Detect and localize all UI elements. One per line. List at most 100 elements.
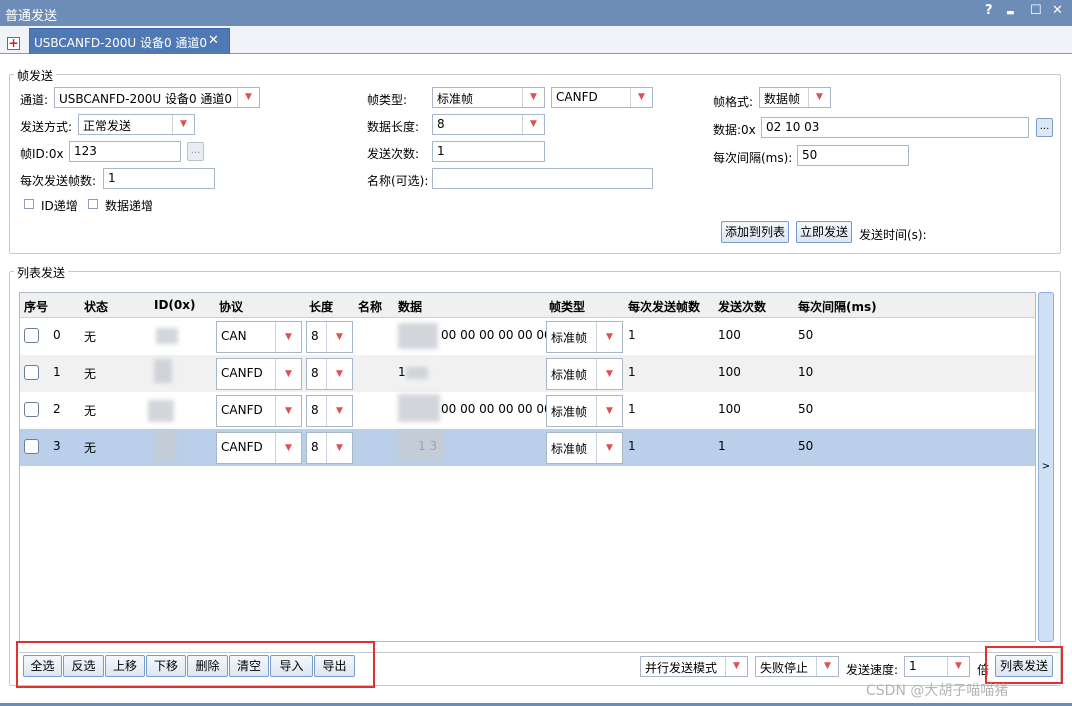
data-input[interactable]: 02 10 03 <box>761 117 1029 138</box>
send-speed-select[interactable]: 1 ▼ <box>904 656 970 677</box>
send-mode-select[interactable]: 正常发送 ▼ <box>78 114 195 135</box>
name-label: 名称(可选): <box>367 174 429 188</box>
table-row-selected[interactable]: 3 无 CANFD▼ 8▼ 1 3 标准帧▼ 1 1 50 <box>20 429 1035 466</box>
row-length-select[interactable]: 8 ▼ <box>306 395 353 427</box>
chevron-down-icon: ▼ <box>947 657 969 676</box>
parallel-mode-value: 并行发送模式 <box>645 661 718 675</box>
row-index: 1 <box>53 365 61 379</box>
row-checkbox[interactable] <box>24 328 39 343</box>
data-length-label: 数据长度: <box>367 120 420 134</box>
channel-label: 通道: <box>20 93 49 107</box>
row-protocol-select[interactable]: CANFD ▼ <box>216 358 302 390</box>
column-header[interactable]: 序号 <box>24 298 48 315</box>
close-icon[interactable]: ✕ <box>1052 3 1063 18</box>
frame-id-input[interactable]: 123 <box>69 141 181 162</box>
row-checkbox[interactable] <box>24 439 39 454</box>
chevron-down-icon: ▼ <box>596 396 622 426</box>
tab-close-icon[interactable]: ✕ <box>208 33 219 48</box>
table-header: 序号 状态 ID(0x) 协议 长度 名称 数据 帧类型 每次发送帧数 发送次数… <box>20 293 1035 318</box>
send-now-button[interactable]: 立即发送 <box>796 221 852 243</box>
send-mode-value: 正常发送 <box>83 119 132 133</box>
redacted-id <box>148 400 174 422</box>
chevron-down-icon: ▼ <box>275 433 301 463</box>
row-length-select[interactable]: 8 ▼ <box>306 432 353 464</box>
column-header[interactable]: 协议 <box>219 298 243 315</box>
chevron-down-icon: ▼ <box>326 322 352 352</box>
list-send-group-title: 列表发送 <box>14 264 69 281</box>
column-header[interactable]: ID(0x) <box>154 298 195 312</box>
row-protocol-select[interactable]: CANFD ▼ <box>216 395 302 427</box>
frame-format-select[interactable]: 数据帧 ▼ <box>759 87 831 108</box>
data-increment-checkbox[interactable] <box>88 199 98 209</box>
row-interval: 50 <box>798 402 814 416</box>
add-to-list-button[interactable]: 添加到列表 <box>721 221 789 243</box>
column-header[interactable]: 名称 <box>358 298 382 315</box>
row-length-value: 8 <box>311 403 319 417</box>
row-send-count: 1 <box>718 439 726 453</box>
id-increment-label: ID递增 <box>41 199 78 213</box>
redacted-id <box>156 328 178 344</box>
interval-label: 每次间隔(ms): <box>713 151 793 165</box>
row-frames-per-send: 1 <box>628 439 636 453</box>
column-header[interactable]: 数据 <box>398 298 422 315</box>
tab-device-channel[interactable]: USBCANFD-200U 设备0 通道0 ✕ <box>29 28 230 54</box>
send-count-input[interactable]: 1 <box>432 141 545 162</box>
chevron-down-icon: ▼ <box>522 115 544 134</box>
chevron-down-icon: ▼ <box>275 396 301 426</box>
table-row[interactable]: 1 无 CANFD ▼ 8 ▼ 1 标准帧 ▼ 1 100 10 <box>20 355 1035 392</box>
frames-per-send-input[interactable]: 1 <box>103 168 215 189</box>
column-header[interactable]: 长度 <box>309 298 333 315</box>
tab-strip: + USBCANFD-200U 设备0 通道0 ✕ <box>0 26 1072 54</box>
add-tab-icon[interactable]: + <box>7 37 20 50</box>
frame-send-group-title: 帧发送 <box>14 67 57 84</box>
row-checkbox[interactable] <box>24 402 39 417</box>
frame-type-select[interactable]: 标准帧 ▼ <box>432 87 545 108</box>
column-header[interactable]: 发送次数 <box>718 298 766 315</box>
row-protocol-select[interactable]: CANFD ▼ <box>216 432 302 464</box>
chevron-down-icon: ▼ <box>326 433 352 463</box>
protocol-select[interactable]: CANFD ▼ <box>551 87 653 108</box>
row-length-select[interactable]: 8 ▼ <box>306 321 353 353</box>
window-titlebar: 普通发送 ? ▬ ☐ ✕ <box>0 0 1072 26</box>
row-frame-type-select[interactable]: 标准帧 ▼ <box>546 358 623 390</box>
table-row[interactable]: 0 无 CAN ▼ 8 ▼ 00 00 00 00 00 00 标准帧 ▼ 1 100… <box>20 318 1035 355</box>
id-increment-checkbox[interactable] <box>24 199 34 209</box>
interval-input[interactable]: 50 <box>797 145 909 166</box>
data-ellipsis-button[interactable]: ... <box>1036 118 1053 137</box>
column-header[interactable]: 帧类型 <box>549 298 585 315</box>
chevron-down-icon: ▼ <box>630 88 652 107</box>
fail-stop-select[interactable]: 失败停止 ▼ <box>755 656 839 677</box>
row-frame-type-value: 标准帧 <box>551 368 588 382</box>
expand-panel-button[interactable]: > <box>1038 292 1054 642</box>
row-index: 0 <box>53 328 61 342</box>
maximize-icon[interactable]: ☐ <box>1030 3 1042 18</box>
row-frame-type-select[interactable]: 标准帧 ▼ <box>546 321 623 353</box>
data-length-select[interactable]: 8 ▼ <box>432 114 545 135</box>
send-time-label: 发送时间(s): <box>859 228 927 242</box>
redacted-data <box>406 367 428 379</box>
row-checkbox[interactable] <box>24 365 39 380</box>
row-interval: 50 <box>798 439 814 453</box>
frame-id-ellipsis-button[interactable]: ... <box>187 142 204 161</box>
chevron-down-icon: ▼ <box>816 657 838 676</box>
minimize-icon[interactable]: ▬ <box>1006 8 1015 18</box>
send-mode-parallel-select[interactable]: 并行发送模式 ▼ <box>640 656 748 677</box>
row-length-value: 8 <box>311 329 319 343</box>
chevron-down-icon: ▼ <box>275 359 301 389</box>
chevron-down-icon: ▼ <box>808 88 830 107</box>
help-icon[interactable]: ? <box>985 3 993 18</box>
row-protocol-select[interactable]: CAN ▼ <box>216 321 302 353</box>
column-header[interactable]: 状态 <box>84 298 108 315</box>
name-input[interactable] <box>432 168 653 189</box>
row-frame-type-select[interactable]: 标准帧 ▼ <box>546 432 623 464</box>
fail-stop-value: 失败停止 <box>760 661 809 675</box>
data-length-value: 8 <box>437 117 445 131</box>
highlight-box <box>16 641 375 688</box>
row-length-select[interactable]: 8 ▼ <box>306 358 353 390</box>
column-header[interactable]: 每次间隔(ms) <box>798 298 877 315</box>
column-header[interactable]: 每次发送帧数 <box>628 298 700 315</box>
row-frame-type-select[interactable]: 标准帧 ▼ <box>546 395 623 427</box>
channel-select[interactable]: USBCANFD-200U 设备0 通道0 ▼ <box>54 87 260 108</box>
row-send-count: 100 <box>718 365 741 379</box>
table-row[interactable]: 2 无 CANFD ▼ 8 ▼ 00 00 00 00 00 00 标准帧 ▼ 1 1… <box>20 392 1035 429</box>
